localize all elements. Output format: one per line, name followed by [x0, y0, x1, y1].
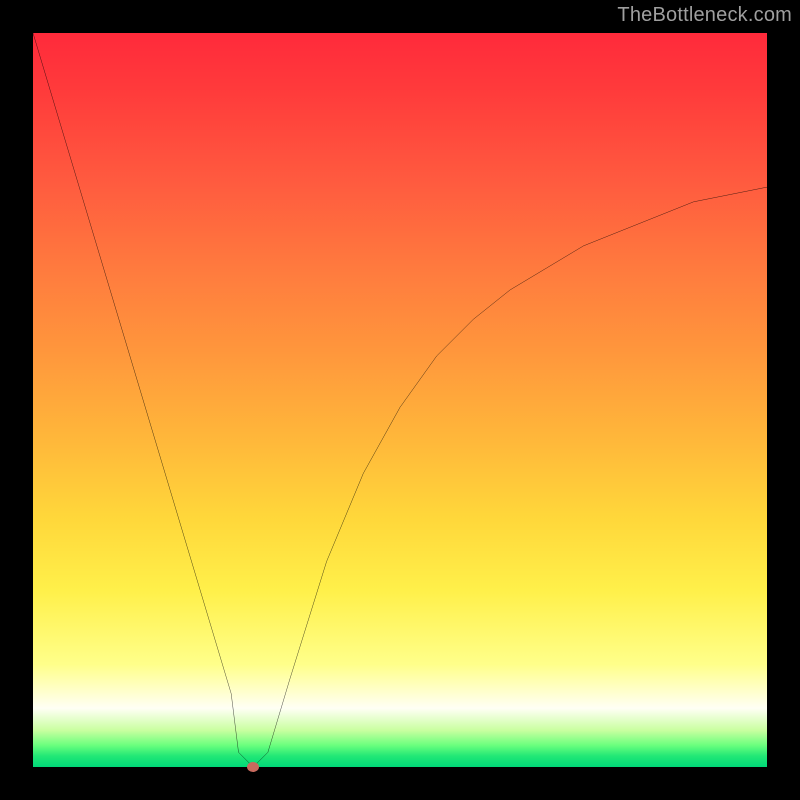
watermark-text: TheBottleneck.com — [617, 4, 792, 27]
curve-path — [33, 33, 767, 767]
chart-stage: TheBottleneck.com — [0, 0, 800, 800]
bottleneck-curve — [33, 33, 767, 767]
plot-area — [33, 33, 767, 767]
optimal-point-marker — [247, 762, 259, 772]
